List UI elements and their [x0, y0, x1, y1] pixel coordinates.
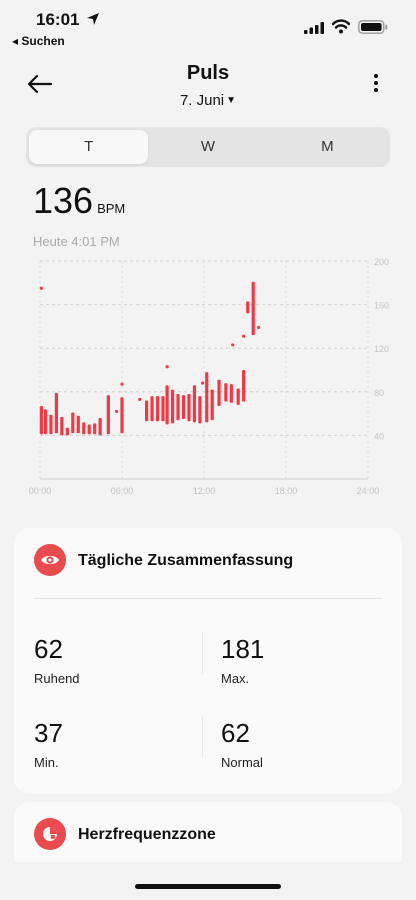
tab-day[interactable]: T: [29, 130, 149, 164]
heart-rate-bar: [224, 383, 228, 402]
stat-resting: 62 Ruhend: [34, 634, 194, 686]
heart-rate-bar: [98, 417, 102, 436]
period-tabs: T W M: [26, 127, 390, 167]
date-selector[interactable]: 7. Juni ▼: [0, 92, 416, 109]
heart-rate-bar: [242, 370, 246, 402]
y-tick-label: 160: [374, 301, 389, 311]
heart-rate-bar: [93, 423, 97, 435]
stat-normal: 62 Normal: [221, 718, 381, 770]
heart-rate-point: [114, 409, 119, 414]
heart-rate-point: [120, 382, 124, 386]
heart-rate-point: [201, 381, 205, 385]
heart-rate-bar: [176, 393, 180, 421]
location-arrow-icon: [87, 13, 99, 25]
eye-icon: [34, 544, 66, 576]
date-label: 7. Juni: [179, 92, 225, 109]
heart-rate-bar: [205, 372, 209, 423]
heart-rate-bar: [60, 416, 64, 436]
status-time: 16:01: [36, 10, 80, 29]
heart-rate-bar: [170, 389, 175, 424]
summary-title: Tägliche Zusammenfassung: [78, 552, 294, 569]
divider: [202, 632, 203, 674]
bpm-unit: BPM: [97, 201, 126, 216]
home-indicator[interactable]: [135, 884, 281, 889]
heart-rate-bar: [54, 392, 58, 434]
heart-rate-bar: [65, 427, 69, 436]
stat-value: 62: [221, 718, 250, 748]
stat-label: Ruhend: [34, 671, 80, 686]
divider: [34, 598, 382, 599]
bpm-value: 136: [33, 180, 94, 221]
stat-max: 181 Max.: [221, 634, 381, 686]
reading-time: Heute 4:01 PM: [33, 234, 120, 249]
heart-rate-bar: [155, 396, 160, 422]
x-tick-label: 06:00: [111, 486, 134, 496]
heart-rate-bar: [210, 389, 214, 421]
heart-rate-bar: [165, 385, 169, 425]
zone-title: Herzfrequenzzone: [78, 826, 216, 843]
daily-summary-card: Tägliche Zusammenfassung 62 Ruhend 181 M…: [14, 528, 402, 794]
more-options-icon[interactable]: [366, 74, 386, 98]
heart-rate-point: [39, 286, 43, 290]
heart-rate-bar: [43, 409, 48, 435]
heart-rate-zone-card[interactable]: Herzfrequenzzone: [14, 802, 402, 862]
stat-label: Max.: [221, 671, 250, 686]
stat-label: Min.: [34, 755, 59, 770]
back-to-app-link[interactable]: ◂ Suchen: [12, 34, 65, 48]
stat-label: Normal: [221, 755, 263, 770]
heart-rate-bar: [145, 400, 149, 422]
heart-rate-bar: [49, 414, 53, 435]
y-tick-label: 120: [374, 344, 389, 354]
tab-week[interactable]: W: [148, 130, 267, 164]
heart-rate-bar: [106, 395, 110, 435]
heart-rate-bar: [217, 379, 221, 406]
pie-chart-icon: [34, 818, 66, 850]
heart-rate-point: [165, 365, 169, 369]
stat-value: 181: [221, 634, 265, 664]
header: Puls 7. Juni ▼: [0, 52, 416, 122]
heart-rate-bar: [76, 415, 80, 434]
heart-rate-bar: [120, 397, 124, 434]
heart-rate-point: [257, 325, 261, 330]
stat-value: 37: [34, 718, 63, 748]
heart-rate-bar: [236, 388, 240, 405]
heart-rate-bar: [150, 396, 154, 422]
divider: [202, 716, 203, 758]
page-title: Puls: [186, 62, 230, 84]
heart-rate-bar: [187, 393, 191, 422]
x-tick-label: 24:00: [357, 486, 380, 496]
heart-rate-bar: [246, 301, 250, 314]
y-tick-label: 200: [374, 257, 389, 267]
heart-rate-chart[interactable]: 200 160 120 80 40 00:00 06:00 12:00 18:00 24:00: [26, 252, 396, 502]
current-reading: 136 BPM: [33, 180, 125, 222]
wifi-icon: [332, 19, 350, 34]
heart-rate-bar: [87, 424, 91, 435]
battery-icon: [358, 20, 388, 34]
heart-rate-point: [242, 334, 246, 338]
heart-rate-bar: [192, 385, 197, 423]
heart-rate-bar: [198, 396, 202, 424]
heart-rate-bar: [181, 395, 186, 420]
x-tick-label: 12:00: [193, 486, 216, 496]
heart-rate-point: [231, 343, 235, 347]
heart-rate-bar: [229, 384, 233, 403]
y-tick-label: 40: [374, 431, 384, 441]
x-tick-label: 18:00: [275, 486, 298, 496]
tab-month[interactable]: M: [268, 130, 387, 164]
heart-rate-point: [138, 397, 142, 402]
caret-down-icon: ▼: [226, 95, 237, 106]
heart-rate-bar: [161, 396, 165, 422]
cellular-signal-icon: [304, 22, 324, 34]
stat-min: 37 Min.: [34, 718, 194, 770]
heart-rate-bar: [251, 281, 255, 336]
heart-rate-bar: [71, 412, 75, 434]
y-tick-label: 80: [374, 388, 384, 398]
heart-rate-bar: [39, 405, 43, 435]
heart-rate-bar: [82, 422, 86, 435]
stat-value: 62: [34, 634, 63, 664]
x-tick-label: 00:00: [29, 486, 52, 496]
status-bar: 16:01 ◂ Suchen: [0, 0, 416, 52]
